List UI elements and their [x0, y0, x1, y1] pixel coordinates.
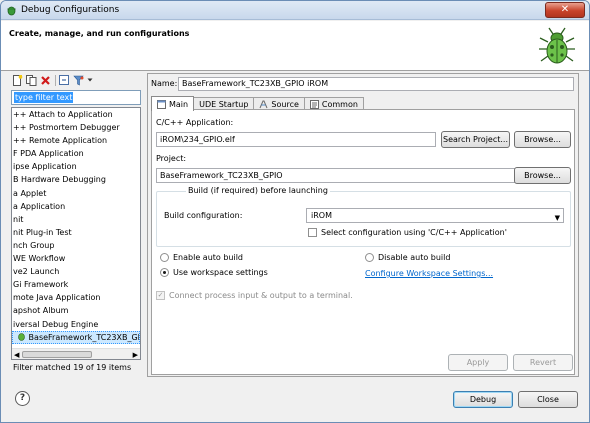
disable-auto-build-radio[interactable]: Disable auto build: [365, 253, 450, 262]
tree-item[interactable]: B Hardware Debugging: [12, 173, 140, 186]
c-app-label: C/C++ Application:: [156, 118, 234, 127]
tab-main[interactable]: Main: [151, 96, 195, 111]
tree-item[interactable]: iversal Debug Engine: [12, 318, 140, 331]
chevron-down-icon: ▼: [554, 214, 560, 222]
name-field[interactable]: BaseFramework_TC23XB_GPIO iROM: [178, 77, 574, 91]
delete-configuration-icon[interactable]: [39, 74, 52, 87]
source-tab-icon: [259, 100, 268, 108]
use-workspace-radio[interactable]: Use workspace settings: [160, 268, 268, 277]
tree-item[interactable]: ++ Attach to Application: [12, 108, 140, 121]
toolbar-separator: [53, 74, 57, 87]
select-config-checkbox[interactable]: Select configuration using 'C/C++ Applic…: [308, 228, 507, 237]
tree-item[interactable]: apshot Album: [12, 304, 140, 317]
tab-label: Source: [271, 99, 299, 109]
checkbox-box[interactable]: [308, 228, 317, 237]
connect-process-checkbox[interactable]: ✓ Connect process input & output to a te…: [156, 291, 353, 300]
select-config-label: Select configuration using 'C/C++ Applic…: [321, 228, 507, 237]
help-icon[interactable]: ?: [15, 391, 30, 406]
build-config-value: iROM: [311, 211, 332, 220]
project-field[interactable]: BaseFramework_TC23XB_GPIO: [156, 168, 536, 183]
revert-button[interactable]: Revert: [513, 354, 573, 371]
browse-project-button[interactable]: Browse...: [514, 167, 571, 184]
connect-process-label: Connect process input & output to a term…: [169, 291, 353, 300]
window-title: Debug Configurations: [21, 5, 120, 15]
tab-label: UDE Startup: [199, 99, 249, 109]
new-configuration-icon[interactable]: [11, 74, 24, 87]
main-tab-panel: C/C++ Application: iROM\234_GPIO.elf Sea…: [151, 109, 575, 375]
selected-configuration-label: BaseFramework_TC23XB_GPIO: [28, 332, 140, 342]
tree-item[interactable]: ve2 Launch: [12, 265, 140, 278]
tree-item[interactable]: a Application: [12, 200, 140, 213]
disable-auto-build-label: Disable auto build: [378, 253, 451, 262]
debug-banner-bug-icon: [539, 27, 575, 64]
radio-circle[interactable]: [160, 253, 169, 262]
checkbox-box-checked-disabled[interactable]: ✓: [156, 291, 165, 300]
launch-config-icon: [18, 332, 25, 341]
tree-item-selected-configuration[interactable]: BaseFramework_TC23XB_GPIO: [12, 330, 140, 344]
header-text: Create, manage, and run configurations: [9, 29, 190, 38]
title-bar: Debug Configurations ✕: [1, 1, 589, 20]
use-workspace-label: Use workspace settings: [173, 268, 268, 277]
name-label: Name:: [151, 79, 178, 88]
project-label: Project:: [156, 154, 187, 163]
radio-circle-selected[interactable]: [160, 268, 169, 277]
config-tabs: Main UDE Startup Source Common: [151, 96, 364, 111]
scroll-left-icon[interactable]: ◀: [14, 351, 19, 359]
common-tab-icon: [309, 99, 319, 109]
close-button[interactable]: Close: [518, 391, 578, 408]
tree-item[interactable]: a Applet: [12, 187, 140, 200]
tree-horizontal-scrollbar[interactable]: ◀ ▶: [12, 348, 140, 359]
c-app-field[interactable]: iROM\234_GPIO.elf: [156, 132, 436, 147]
main-tab-icon: [157, 99, 166, 109]
filter-configurations-icon[interactable]: [72, 74, 85, 87]
configurations-toolbar: [11, 73, 93, 87]
tab-label: Common: [321, 99, 358, 109]
duplicate-configuration-icon[interactable]: [25, 74, 38, 87]
browse-app-button[interactable]: Browse...: [514, 131, 571, 148]
tree-item[interactable]: nit: [12, 213, 140, 226]
tree-item[interactable]: WE Workflow: [12, 252, 140, 265]
tree-item[interactable]: mote Java Application: [12, 291, 140, 304]
configure-workspace-link[interactable]: Configure Workspace Settings...: [365, 269, 493, 278]
dialog-header: Create, manage, and run configurations: [1, 21, 589, 71]
window-close-button[interactable]: ✕: [545, 2, 585, 18]
collapse-all-icon[interactable]: [58, 74, 71, 87]
tree-item[interactable]: ipse Application: [12, 160, 140, 173]
build-config-select[interactable]: iROM ▼: [306, 208, 564, 223]
tree-item[interactable]: F PDA Application: [12, 147, 140, 160]
chevron-down-icon[interactable]: [86, 74, 93, 87]
tree-item[interactable]: Gi Framework: [12, 278, 140, 291]
tree-item[interactable]: nch Group: [12, 239, 140, 252]
enable-auto-build-radio[interactable]: Enable auto build: [160, 253, 243, 262]
debug-button[interactable]: Debug: [453, 391, 513, 408]
enable-auto-build-label: Enable auto build: [173, 253, 244, 262]
debug-configurations-window: Debug Configurations ✕ Create, manage, a…: [0, 0, 590, 423]
tree-item[interactable]: nit Plug-in Test: [12, 226, 140, 239]
search-project-button[interactable]: Search Project...: [441, 131, 510, 148]
tab-label: Main: [169, 99, 189, 109]
filter-input-box[interactable]: type filter text: [11, 90, 141, 105]
debug-bug-icon: [7, 6, 16, 16]
tree-item[interactable]: ++ Postmortem Debugger: [12, 121, 140, 134]
tree-item[interactable]: ++ Remote Application: [12, 134, 140, 147]
apply-button[interactable]: Apply: [448, 354, 508, 371]
filter-status-text: Filter matched 19 of 19 items: [13, 363, 132, 372]
radio-circle[interactable]: [365, 253, 374, 262]
scroll-right-icon[interactable]: ▶: [133, 351, 138, 359]
configuration-editor: Name: BaseFramework_TC23XB_GPIO iROM Mai…: [147, 73, 579, 377]
build-config-label: Build configuration:: [164, 211, 243, 220]
filter-input[interactable]: type filter text: [14, 92, 74, 103]
configuration-tree[interactable]: ++ Attach to Application ++ Postmortem D…: [11, 107, 141, 360]
scrollbar-thumb[interactable]: [22, 351, 92, 358]
build-group-label: Build (if required) before launching: [186, 186, 330, 195]
